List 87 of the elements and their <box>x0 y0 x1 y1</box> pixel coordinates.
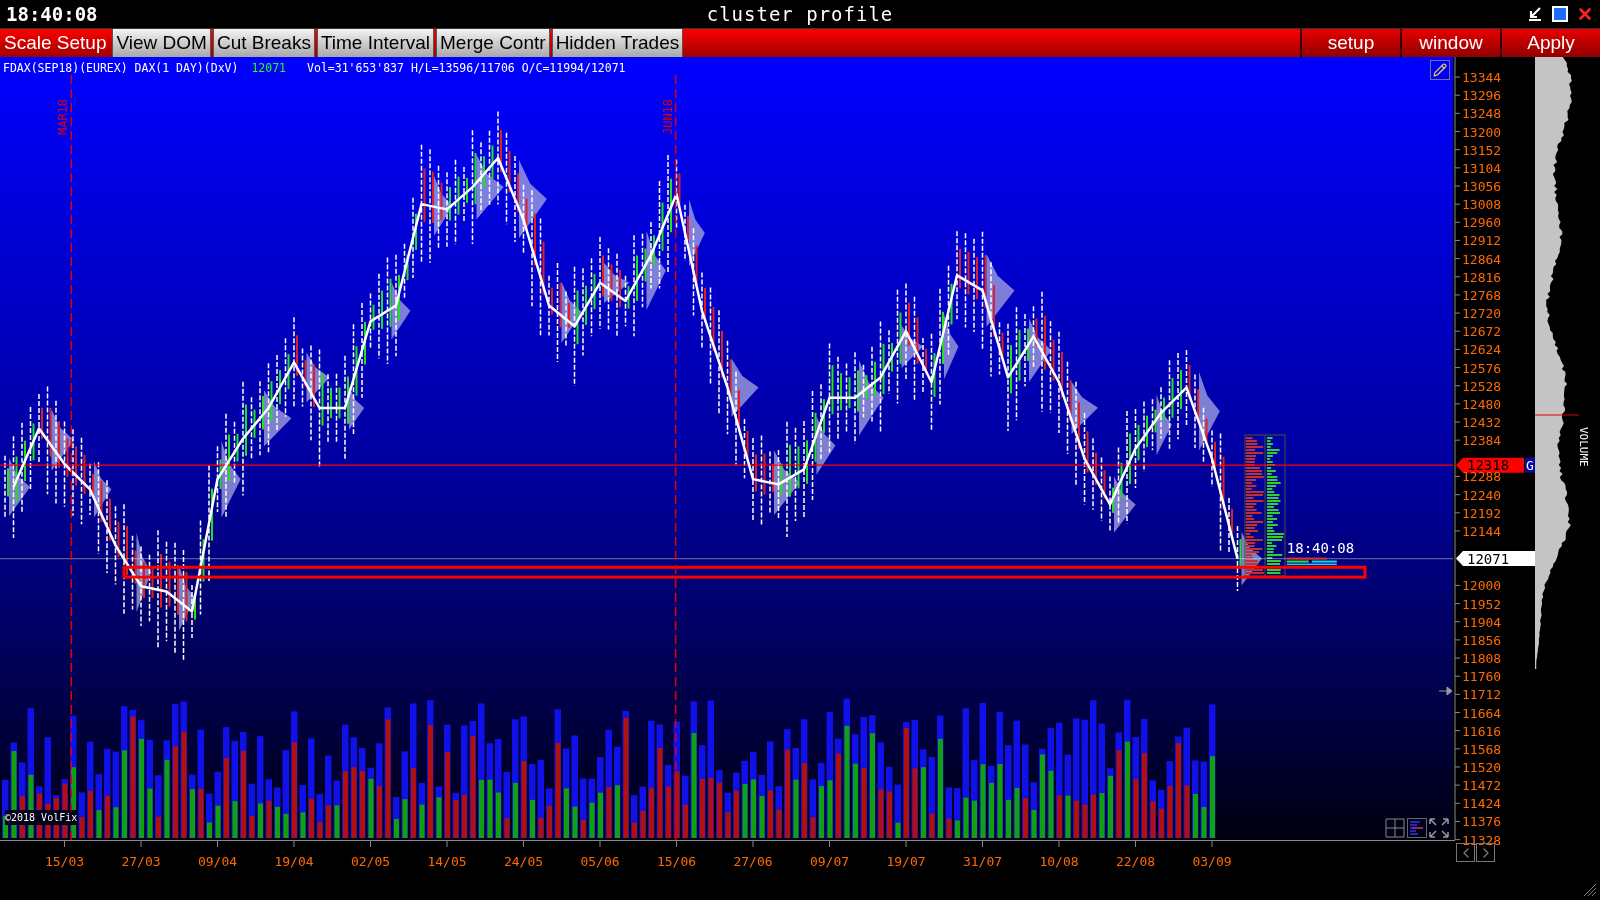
axis-label: 12288 <box>1462 469 1502 485</box>
toolbar-tab[interactable]: View DOM <box>112 29 211 57</box>
chart-stats: Vol=31'653'837 H/L=13596/11706 O/C=11994/12071 <box>307 60 626 77</box>
scroll-right-button[interactable] <box>1476 843 1495 862</box>
axis-label: 12384 <box>1462 433 1502 449</box>
axis-label: 13056 <box>1462 179 1502 194</box>
axis-label: 12912 <box>1462 233 1502 249</box>
axis-label: 19/04 <box>274 854 314 869</box>
axis-label: 11376 <box>1462 814 1502 830</box>
axis-label: 11712 <box>1462 687 1502 703</box>
axis-label: 11568 <box>1462 741 1502 757</box>
axis-label: 13248 <box>1462 106 1502 122</box>
toolbar-tab[interactable]: Hidden Trades <box>551 29 684 57</box>
axis-label: 12768 <box>1462 287 1502 303</box>
toolbar-button[interactable]: Apply <box>1500 29 1600 57</box>
axis-label: 13296 <box>1462 88 1502 104</box>
expand-icon[interactable] <box>1429 818 1449 838</box>
axis-label: 13344 <box>1462 70 1502 86</box>
badge: G <box>1525 457 1535 474</box>
order-flow-bars-drawing <box>1286 557 1337 566</box>
axis-label: 15/06 <box>656 854 697 869</box>
axis-label: 27/06 <box>733 854 773 869</box>
toolbar-button[interactable]: setup <box>1300 29 1400 57</box>
volume-label: VOLUME <box>1577 427 1590 467</box>
axis-label: 09/07 <box>809 854 850 869</box>
axis-label: 12864 <box>1462 251 1502 267</box>
instrument-label: FDAX(SEP18)(EUREX) DAX(1 DAY)(DxV) <box>3 60 239 77</box>
toolbar-tab[interactable]: Cut Breaks <box>212 29 315 57</box>
axis-label: 11808 <box>1462 651 1502 667</box>
axis-label: 14/05 <box>427 854 467 869</box>
axis-label: 05/06 <box>580 854 620 869</box>
pencil-icon[interactable] <box>1430 60 1450 80</box>
time-label: 18:40:08 <box>1286 539 1355 556</box>
axis-label: 31/07 <box>962 854 1003 869</box>
axis-label: 13200 <box>1462 124 1502 140</box>
axis-label: 12960 <box>1462 215 1502 231</box>
axis-label: 15/03 <box>44 854 85 869</box>
axis-label: 12144 <box>1462 523 1502 539</box>
price-label: 12071 <box>1467 550 1510 567</box>
axis-label: 11424 <box>1462 796 1502 812</box>
axis-label: 12720 <box>1462 306 1502 322</box>
axis-label: 12240 <box>1462 487 1502 503</box>
axis-label: 11520 <box>1462 760 1502 775</box>
profile-icon[interactable] <box>1407 818 1427 838</box>
axis-label: 11760 <box>1462 669 1502 685</box>
axis-label: 12480 <box>1462 396 1502 412</box>
axis-label: 24/05 <box>503 854 544 869</box>
minimize-icon[interactable] <box>1526 5 1544 24</box>
axis-label: 11856 <box>1462 632 1502 648</box>
axis-label: 09/04 <box>197 854 238 869</box>
axis-label: 12672 <box>1462 324 1502 340</box>
axis-label: 11904 <box>1462 614 1502 630</box>
copyright-label: ©2018 VolFix <box>5 810 78 825</box>
axis-label: 22/08 <box>1115 854 1156 869</box>
scroll-left-button[interactable] <box>1456 843 1475 862</box>
clock: 18:40:08 <box>6 2 99 27</box>
toolbar-button[interactable]: window <box>1400 29 1500 57</box>
axis-label: 12624 <box>1462 342 1502 358</box>
price-level-line <box>1535 414 1580 416</box>
axis-label: 11952 <box>1462 596 1502 612</box>
toolbar-tab[interactable]: Merge Contr <box>436 29 550 57</box>
axis-label: 19/07 <box>886 854 926 869</box>
arrow-right-icon <box>1439 686 1453 696</box>
grid-icon[interactable] <box>1385 818 1405 838</box>
axis-label: 27/03 <box>121 854 161 869</box>
axis-label: 11664 <box>1462 705 1502 721</box>
roll-label: MAR18 <box>56 98 71 136</box>
axis-label: 12528 <box>1462 378 1502 394</box>
restore-icon[interactable] <box>1552 6 1568 23</box>
resize-grip-icon[interactable] <box>1583 883 1597 897</box>
roll-label: JUN18 <box>660 98 675 136</box>
axis-label: 13008 <box>1462 197 1502 213</box>
axis-label: 12816 <box>1462 269 1502 285</box>
axis-label: 13104 <box>1462 160 1502 176</box>
axis-label: 13152 <box>1462 142 1502 158</box>
axis-label: 11616 <box>1462 723 1502 739</box>
toolbar-tab[interactable]: Time Interval <box>316 29 434 57</box>
axis-label: 12192 <box>1462 505 1502 521</box>
axis-label: 12000 <box>1462 578 1502 594</box>
axis-label: 03/09 <box>1192 854 1232 869</box>
axis-label: 10/08 <box>1039 854 1079 869</box>
axis-label: 02/05 <box>350 854 391 869</box>
window-title: cluster profile <box>705 2 895 27</box>
last-price: 12071 <box>251 60 287 77</box>
axis-label: 11472 <box>1462 778 1502 794</box>
axis-label: 12432 <box>1462 415 1502 430</box>
axis-label: 12576 <box>1462 360 1502 376</box>
